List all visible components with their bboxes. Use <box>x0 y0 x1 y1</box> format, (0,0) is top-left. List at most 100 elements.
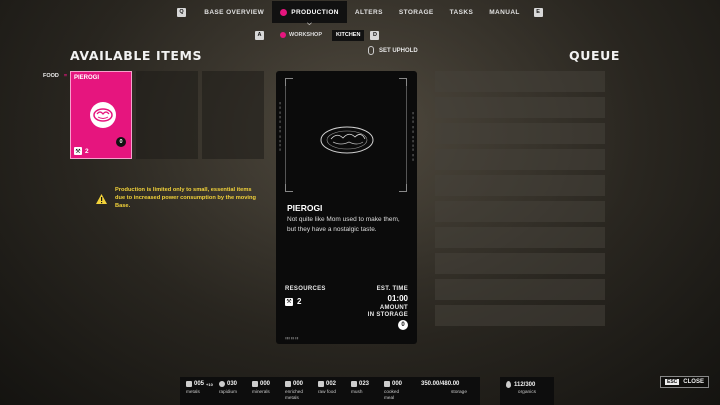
resource-rapidium: 030 rapidium <box>219 381 249 395</box>
warning-icon <box>96 194 107 204</box>
queue-slot[interactable] <box>435 305 605 326</box>
organics-capacity: 112/300 organics <box>500 377 554 405</box>
tab-production[interactable]: PRODUCTION ⌵ <box>272 1 347 27</box>
pierogi-plate-icon <box>320 126 374 154</box>
resource-bar: 005 +10 metals 030 rapidium 000 minerals … <box>180 377 480 405</box>
chevron-down-icon: ⌵ <box>307 21 313 27</box>
resource-value: 000 <box>293 381 304 387</box>
detail-description: Not quite like Mom used to make them, bu… <box>287 216 400 233</box>
cooked-meal-icon <box>384 381 390 387</box>
resource-value: 005 <box>194 381 205 387</box>
tab-label: MANUAL <box>489 8 520 16</box>
metals-icon <box>186 381 192 387</box>
subtab-workshop[interactable]: WORKSHOP <box>276 30 326 41</box>
queue-slot[interactable] <box>435 201 605 222</box>
panel-side-text: ▮▮ ▮▮▮ ▮▮ ▮▮▮▮ <box>278 101 282 152</box>
tab-base-overview[interactable]: BASE OVERVIEW <box>196 2 272 22</box>
resource-cost: ⚒ 2 <box>285 297 301 306</box>
queue-slot[interactable] <box>435 227 605 248</box>
warning-text: Production is limited only to small, ess… <box>115 187 256 209</box>
subtab-kitchen[interactable]: KITCHEN <box>332 29 365 41</box>
wrench-icon: ⚒ <box>285 297 293 306</box>
esc-key: ESC <box>665 379 680 385</box>
item-card-empty <box>202 71 264 159</box>
queue-slot[interactable] <box>435 97 605 118</box>
filter-icon: = <box>63 73 68 79</box>
close-button[interactable]: ESC CLOSE <box>660 376 709 388</box>
top-nav: Q BASE OVERVIEW PRODUCTION ⌵ ALTERS STOR… <box>0 0 720 27</box>
organics-value: 112/300 <box>514 381 536 388</box>
queue-slot[interactable] <box>435 175 605 196</box>
tab-label: ALTERS <box>354 8 383 16</box>
organics-icon <box>506 381 511 388</box>
subtab-label: KITCHEN <box>336 32 361 38</box>
queue-slot[interactable] <box>435 71 605 92</box>
minerals-icon <box>252 381 258 387</box>
queue-title: QUEUE <box>569 48 621 63</box>
tab-tasks[interactable]: TASKS <box>442 2 482 22</box>
item-cost: ⚒ 2 <box>74 147 89 155</box>
item-detail-panel: ▮▮ ▮▮▮ ▮▮ ▮▮▮▮ ▮▮▮ ▮▮ ▮▮▮▮ ▮▮ PIEROGI No… <box>276 71 417 344</box>
resource-raw-food: 002 raw food <box>318 381 348 395</box>
resource-minerals: 000 minerals <box>252 381 282 395</box>
storage-name: storage <box>451 390 467 395</box>
available-items-title: AVAILABLE ITEMS <box>70 48 203 63</box>
panel-side-text: ▮▮▮ ▮▮ ▮▮▮▮ ▮▮ <box>411 111 415 162</box>
resource-metals: 005 +10 metals <box>186 381 216 395</box>
prev-subtab-key[interactable]: A <box>255 30 264 40</box>
resource-cost-value: 2 <box>297 297 302 306</box>
item-card-empty <box>136 71 198 159</box>
resource-name: mush <box>351 389 363 394</box>
tab-label: BASE OVERVIEW <box>204 8 265 16</box>
raw-food-icon <box>318 381 324 387</box>
tab-storage[interactable]: STORAGE <box>391 2 442 22</box>
rapidium-icon <box>219 381 225 387</box>
enriched-metals-icon <box>285 381 291 387</box>
queue-slot[interactable] <box>435 253 605 274</box>
resource-name: metals <box>186 389 200 394</box>
tab-label: STORAGE <box>398 8 434 16</box>
queue-slot[interactable] <box>435 279 605 300</box>
mush-icon <box>351 381 357 387</box>
resource-extra: +10 <box>206 381 213 387</box>
queue-slot[interactable] <box>435 123 605 144</box>
resource-cooked-meal: 000 cooked meal <box>384 381 414 400</box>
tab-manual[interactable]: MANUAL <box>481 2 528 22</box>
resource-name: cooked meal <box>384 389 400 400</box>
organics-name: organics <box>517 390 537 395</box>
resources-label: RESOURCES <box>285 286 326 292</box>
workshop-icon <box>280 32 286 38</box>
resource-value: 000 <box>392 381 403 387</box>
next-tab-key[interactable]: E <box>533 7 543 17</box>
resource-name: rapidium <box>219 389 237 394</box>
queue-slot[interactable] <box>435 149 605 170</box>
item-cost-value: 2 <box>85 147 89 155</box>
resource-name: minerals <box>252 389 270 394</box>
item-quantity-badge: 0 <box>116 137 126 147</box>
resource-name: raw food <box>318 389 336 394</box>
next-subtab-key[interactable]: D <box>370 30 380 40</box>
set-uphold-label: SET UPHOLD <box>379 47 418 54</box>
sub-nav: A WORKSHOP KITCHEN D <box>255 29 380 41</box>
prev-tab-key[interactable]: Q <box>177 7 187 17</box>
filter-label: FOOD <box>43 73 59 79</box>
panel-footnote: ▮▮▮ ▮▮.▮▮ <box>285 336 299 340</box>
est-time-label: EST. TIME <box>376 286 408 292</box>
detail-title: PIEROGI <box>287 203 323 213</box>
tab-label: TASKS <box>449 8 474 16</box>
tab-alters[interactable]: ALTERS <box>347 2 391 22</box>
item-card-pierogi[interactable]: PIEROGI 0 ⚒ 2 <box>70 71 132 159</box>
mouse-icon <box>368 46 374 55</box>
resource-name: enriched metals <box>285 389 303 400</box>
resource-mush: 023 mush <box>351 381 381 395</box>
resource-enriched-metals: 000 enriched metals <box>285 381 315 400</box>
amount-in-storage-label: AMOUNT IN STORAGE <box>367 305 408 318</box>
category-filter[interactable]: FOOD = <box>43 73 67 79</box>
wrench-icon: ⚒ <box>74 147 82 155</box>
production-warning: Production is limited only to small, ess… <box>96 186 256 210</box>
item-preview-frame <box>285 78 407 192</box>
pierogi-icon <box>90 102 116 128</box>
resource-value: 000 <box>260 381 271 387</box>
set-uphold-button[interactable]: SET UPHOLD <box>368 46 418 55</box>
amount-in-storage-value: 0 <box>398 320 408 330</box>
